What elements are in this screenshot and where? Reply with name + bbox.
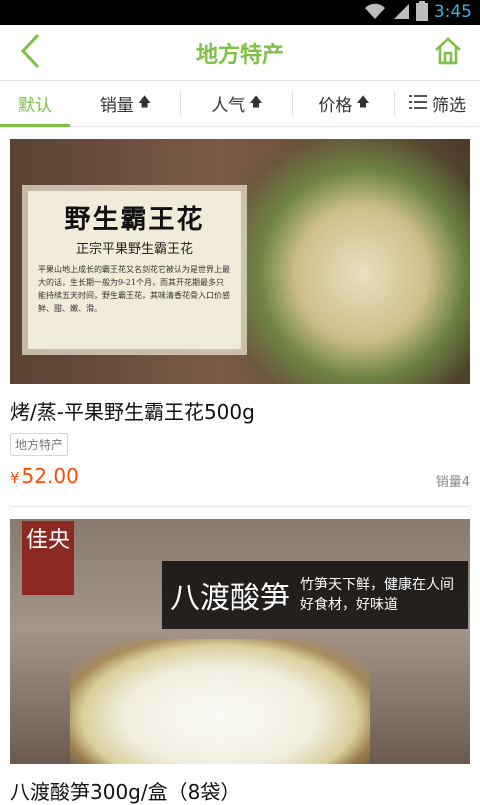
status-time: 3:45 bbox=[433, 2, 472, 22]
tab-sales[interactable]: 销量 🡅 bbox=[70, 81, 181, 126]
slogan-line: 好食材，好味道 bbox=[300, 597, 398, 613]
bamboo-shoots-photo bbox=[70, 639, 370, 764]
tab-label: 销量 bbox=[99, 96, 134, 116]
image-title: 野生霸王花 bbox=[64, 205, 205, 235]
image-banner: 八渡酸笋 竹笋天下鲜，健康在人间 好食材，好味道 bbox=[162, 561, 468, 629]
category-tag: 地方特产 bbox=[10, 433, 69, 456]
home-button[interactable] bbox=[426, 31, 470, 75]
wifi-icon bbox=[364, 2, 386, 24]
home-icon bbox=[433, 36, 463, 70]
currency-symbol: ¥ bbox=[10, 469, 20, 487]
product-image[interactable]: 野生霸王花 正宗平果野生霸王花 平果山地上成长的霸王花又名剑花它被认为是世界上最… bbox=[10, 139, 470, 384]
image-title: 八渡酸笋 bbox=[170, 581, 290, 616]
tab-filter[interactable]: 筛选 bbox=[395, 81, 480, 126]
arrow-up-icon: 🡅 bbox=[137, 94, 152, 110]
tab-label: 价格 bbox=[318, 96, 353, 116]
status-bar: 3:45 bbox=[0, 0, 480, 25]
product-card[interactable]: 佳央 八渡酸笋 竹笋天下鲜，健康在人间 好食材，好味道 八渡酸笋300g/盒（8… bbox=[0, 507, 480, 805]
battery-icon bbox=[415, 0, 428, 25]
arrow-up-icon: 🡅 bbox=[356, 94, 370, 110]
price-value: 52.00 bbox=[21, 464, 79, 488]
image-caption-panel: 野生霸王花 正宗平果野生霸王花 平果山地上成长的霸王花又名剑花它被认为是世界上最… bbox=[28, 191, 241, 349]
product-name[interactable]: 烤/蒸-平果野生霸王花500g bbox=[10, 396, 470, 425]
image-subtitle: 正宗平果野生霸王花 bbox=[75, 242, 193, 257]
tab-price[interactable]: 价格 🡅 bbox=[293, 81, 395, 126]
slogan-line: 竹笋天下鲜，健康在人间 bbox=[300, 577, 454, 593]
product-meta: ¥52.00 销量4 bbox=[10, 464, 470, 492]
tab-label: 默认 bbox=[18, 96, 52, 116]
product-image[interactable]: 佳央 八渡酸笋 竹笋天下鲜，健康在人间 好食材，好味道 bbox=[10, 519, 470, 764]
list-icon bbox=[409, 94, 427, 114]
app-bar: 地方特产 bbox=[0, 25, 480, 81]
tab-popularity[interactable]: 人气 🡅 bbox=[181, 81, 293, 126]
brand-logo: 佳央 bbox=[22, 521, 74, 595]
product-card[interactable]: 野生霸王花 正宗平果野生霸王花 平果山地上成长的霸王花又名剑花它被认为是世界上最… bbox=[0, 127, 480, 507]
flower-photo bbox=[230, 139, 470, 384]
image-slogan: 竹笋天下鲜，健康在人间 好食材，好味道 bbox=[300, 575, 454, 615]
tab-label: 筛选 bbox=[432, 96, 466, 116]
product-name[interactable]: 八渡酸笋300g/盒（8袋） bbox=[10, 776, 470, 805]
arrow-up-icon: 🡅 bbox=[249, 94, 263, 110]
sort-tabs: 默认 销量 🡅 人气 🡅 价格 🡅 筛选 bbox=[0, 81, 480, 127]
tab-label: 人气 bbox=[211, 96, 246, 116]
product-price: ¥52.00 bbox=[10, 464, 79, 488]
signal-icon bbox=[392, 2, 410, 24]
image-description: 平果山地上成长的霸王花又名剑花它被认为是世界上最大的话，生长期一般为9-21个月… bbox=[38, 265, 230, 313]
page-title: 地方特产 bbox=[195, 43, 284, 68]
tab-default[interactable]: 默认 bbox=[0, 81, 70, 127]
product-list: 野生霸王花 正宗平果野生霸王花 平果山地上成长的霸王花又名剑花它被认为是世界上最… bbox=[0, 127, 480, 805]
sales-count: 销量4 bbox=[435, 475, 470, 490]
